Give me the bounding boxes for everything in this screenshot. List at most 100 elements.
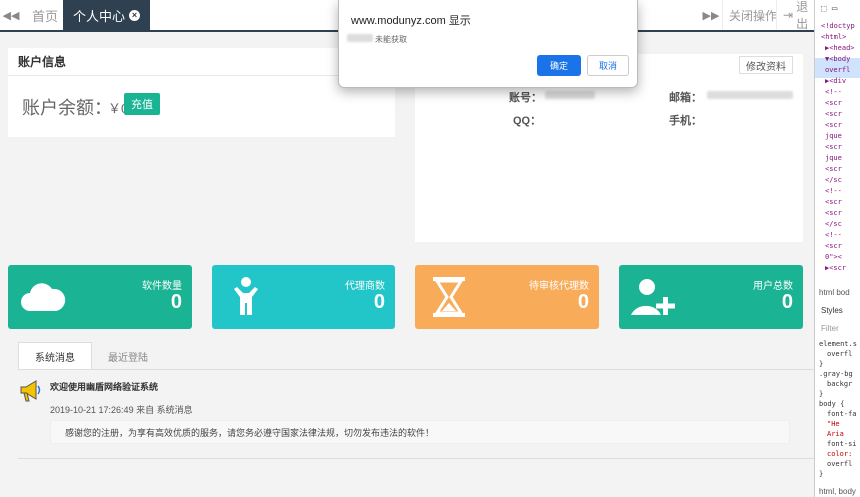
tab-scroll-right-icon[interactable]: ▶▶ [700, 0, 722, 30]
devtools-dom-line[interactable]: <scr [825, 165, 842, 173]
devtools-dom-line[interactable]: jque [825, 132, 842, 140]
devtools-css-line: body { [819, 400, 845, 408]
message-body-text: 感谢您的注册，为享有高效优质的服务，请您务必遵守国家法律法规，切勿发布违法的软件… [65, 427, 435, 438]
email-value-redacted [707, 91, 793, 99]
devtools-dom-line[interactable]: <html> [821, 33, 846, 41]
devtools-css-line: font-si [827, 440, 857, 448]
dialog-ok-button[interactable]: 确定 [537, 55, 581, 76]
tab-personal-center-label: 个人中心 [73, 8, 126, 24]
devtools-dom-line[interactable]: ▼<body [825, 55, 850, 63]
tab-home[interactable]: 首页 [22, 0, 68, 30]
tab-divider [18, 369, 842, 370]
megaphone-icon [20, 380, 41, 402]
message-divider [18, 458, 842, 459]
recharge-button[interactable]: 充值 [124, 93, 160, 115]
dialog-title: www.modunyz.com 显示 [351, 15, 471, 27]
devtools-css-line: color: [827, 450, 853, 458]
devtools-filter-input[interactable]: Filter [821, 324, 839, 333]
account-panel-title: 账户信息 [8, 48, 395, 76]
devtools-dom-line[interactable]: <scr [825, 143, 842, 151]
tab-personal-center[interactable]: 个人中心 × [63, 0, 151, 30]
stat-software-value: 0 [170, 291, 182, 313]
close-tab-icon[interactable]: × [129, 9, 141, 21]
devtools-css-line: font-fa [827, 410, 857, 418]
logout-icon: ⇥ [783, 8, 794, 22]
stat-agents-value: 0 [373, 291, 385, 313]
devtools-panel: ⬚ ▭ <!doctyp <html> ▶<head> ▼<body overfl ▶<d… [814, 0, 860, 497]
devtools-dom-line[interactable]: <scr [825, 242, 842, 250]
tab-home-label: 首页 [32, 8, 59, 24]
devtools-styles-tab[interactable]: Styles [821, 306, 843, 315]
dialog-cancel-button[interactable]: 取消 [587, 55, 629, 76]
devtools-dom-line[interactable]: overfl [825, 66, 850, 74]
dialog-redacted-text [347, 34, 373, 42]
devtools-dom-line[interactable]: <!-- [825, 231, 842, 239]
tab-recent-logins[interactable]: 最近登陆 [92, 342, 164, 370]
stat-card-users[interactable]: 用户总数 0 [619, 265, 803, 329]
devtools-css-line: "He [827, 420, 840, 428]
logout-label: 退出 [796, 0, 809, 31]
devtools-dom-line[interactable]: ▶<div [825, 77, 846, 85]
devtools-css-line: overfl [827, 460, 853, 468]
close-operations-label: 关闭操作 [729, 8, 778, 23]
devtools-breadcrumb-tabs[interactable]: html bod [819, 288, 850, 297]
stat-pending-value: 0 [577, 291, 589, 313]
message-tabs: 系统消息 最近登陆 [18, 342, 164, 370]
stat-card-software[interactable]: 软件数量 0 [8, 265, 192, 329]
devtools-dom-line[interactable]: <!doctyp [821, 22, 855, 30]
hourglass-icon [433, 277, 465, 317]
devtools-css-line: } [819, 390, 824, 398]
message-body: 感谢您的注册，为享有高效优质的服务，请您务必遵守国家法律法规，切勿发布违法的软件… [50, 420, 790, 444]
tab-scroll-left-icon[interactable]: ◀◀ [0, 0, 22, 30]
devtools-css-line: .gray-bg [819, 370, 853, 378]
devtools-dom-line[interactable]: ▶<scr [825, 264, 846, 272]
devtools-tab-body[interactable]: bod [836, 288, 849, 297]
devtools-dom-line[interactable]: <scr [825, 110, 842, 118]
devtools-dom-line[interactable]: 0">< [825, 253, 842, 261]
devtools-dom-line[interactable]: <scr [825, 99, 842, 107]
devtools-tab-html[interactable]: html [819, 288, 834, 297]
stat-card-agents[interactable]: 代理商数 0 [212, 265, 395, 329]
stat-software-title: 软件数量 [142, 281, 182, 292]
devtools-css-line: } [819, 470, 824, 478]
devtools-dom-line[interactable]: <!-- [825, 187, 842, 195]
stat-pending-title: 待审核代理数 [529, 281, 589, 292]
edit-profile-button[interactable]: 修改资料 [739, 56, 793, 74]
devtools-dom-line[interactable]: <scr [825, 121, 842, 129]
message-title: 欢迎使用幽盾网络验证系统 [50, 382, 159, 392]
qq-label: QQ： [513, 115, 542, 127]
message-meta: 2019-10-21 17:26:49 来自 系统消息 [50, 405, 193, 415]
tab-system-messages[interactable]: 系统消息 [18, 342, 92, 370]
logout-button[interactable]: ⇥ 退出 [776, 0, 814, 31]
devtools-dom-line[interactable]: <scr [825, 198, 842, 206]
devtools-dom-line[interactable]: jque [825, 154, 842, 162]
devtools-css-line: backgr [827, 380, 853, 388]
inspect-icon[interactable]: ⬚ ▭ [821, 4, 837, 14]
stat-users-title: 用户总数 [753, 281, 793, 292]
person-icon [234, 277, 258, 315]
close-operations-button[interactable]: 关闭操作 [722, 0, 777, 30]
stat-agents-title: 代理商数 [345, 281, 385, 292]
stat-card-pending[interactable]: 待审核代理数 0 [415, 265, 599, 329]
devtools-bottom-breadcrumb[interactable]: html, body [819, 487, 856, 496]
balance-label: 账户余额： [22, 98, 112, 118]
devtools-dom-line[interactable]: <!-- [825, 88, 842, 96]
devtools-css-line: Aria [827, 430, 844, 438]
phone-label: 手机： [669, 115, 702, 127]
email-label: 邮箱： [669, 92, 702, 104]
account-panel: 账户信息 账户余额： ￥0 充值 [8, 48, 395, 137]
devtools-css-line: } [819, 360, 824, 368]
devtools-dom-line[interactable]: ▶<head> [825, 44, 855, 52]
cloud-icon [21, 283, 66, 311]
devtools-css-line: element.s [819, 340, 857, 348]
devtools-dom-line[interactable]: <scr [825, 209, 842, 217]
dialog-message: 未能获取 [375, 35, 407, 44]
alert-dialog: www.modunyz.com 显示 未能获取 确定 取消 [338, 0, 638, 88]
user-add-icon [631, 279, 675, 315]
devtools-css-line: overfl [827, 350, 853, 358]
devtools-dom-line[interactable]: </sc [825, 220, 842, 228]
stat-users-value: 0 [781, 291, 793, 313]
account-value-redacted [545, 91, 595, 99]
devtools-dom-line[interactable]: </sc [825, 176, 842, 184]
account-label: 账号： [509, 92, 542, 104]
